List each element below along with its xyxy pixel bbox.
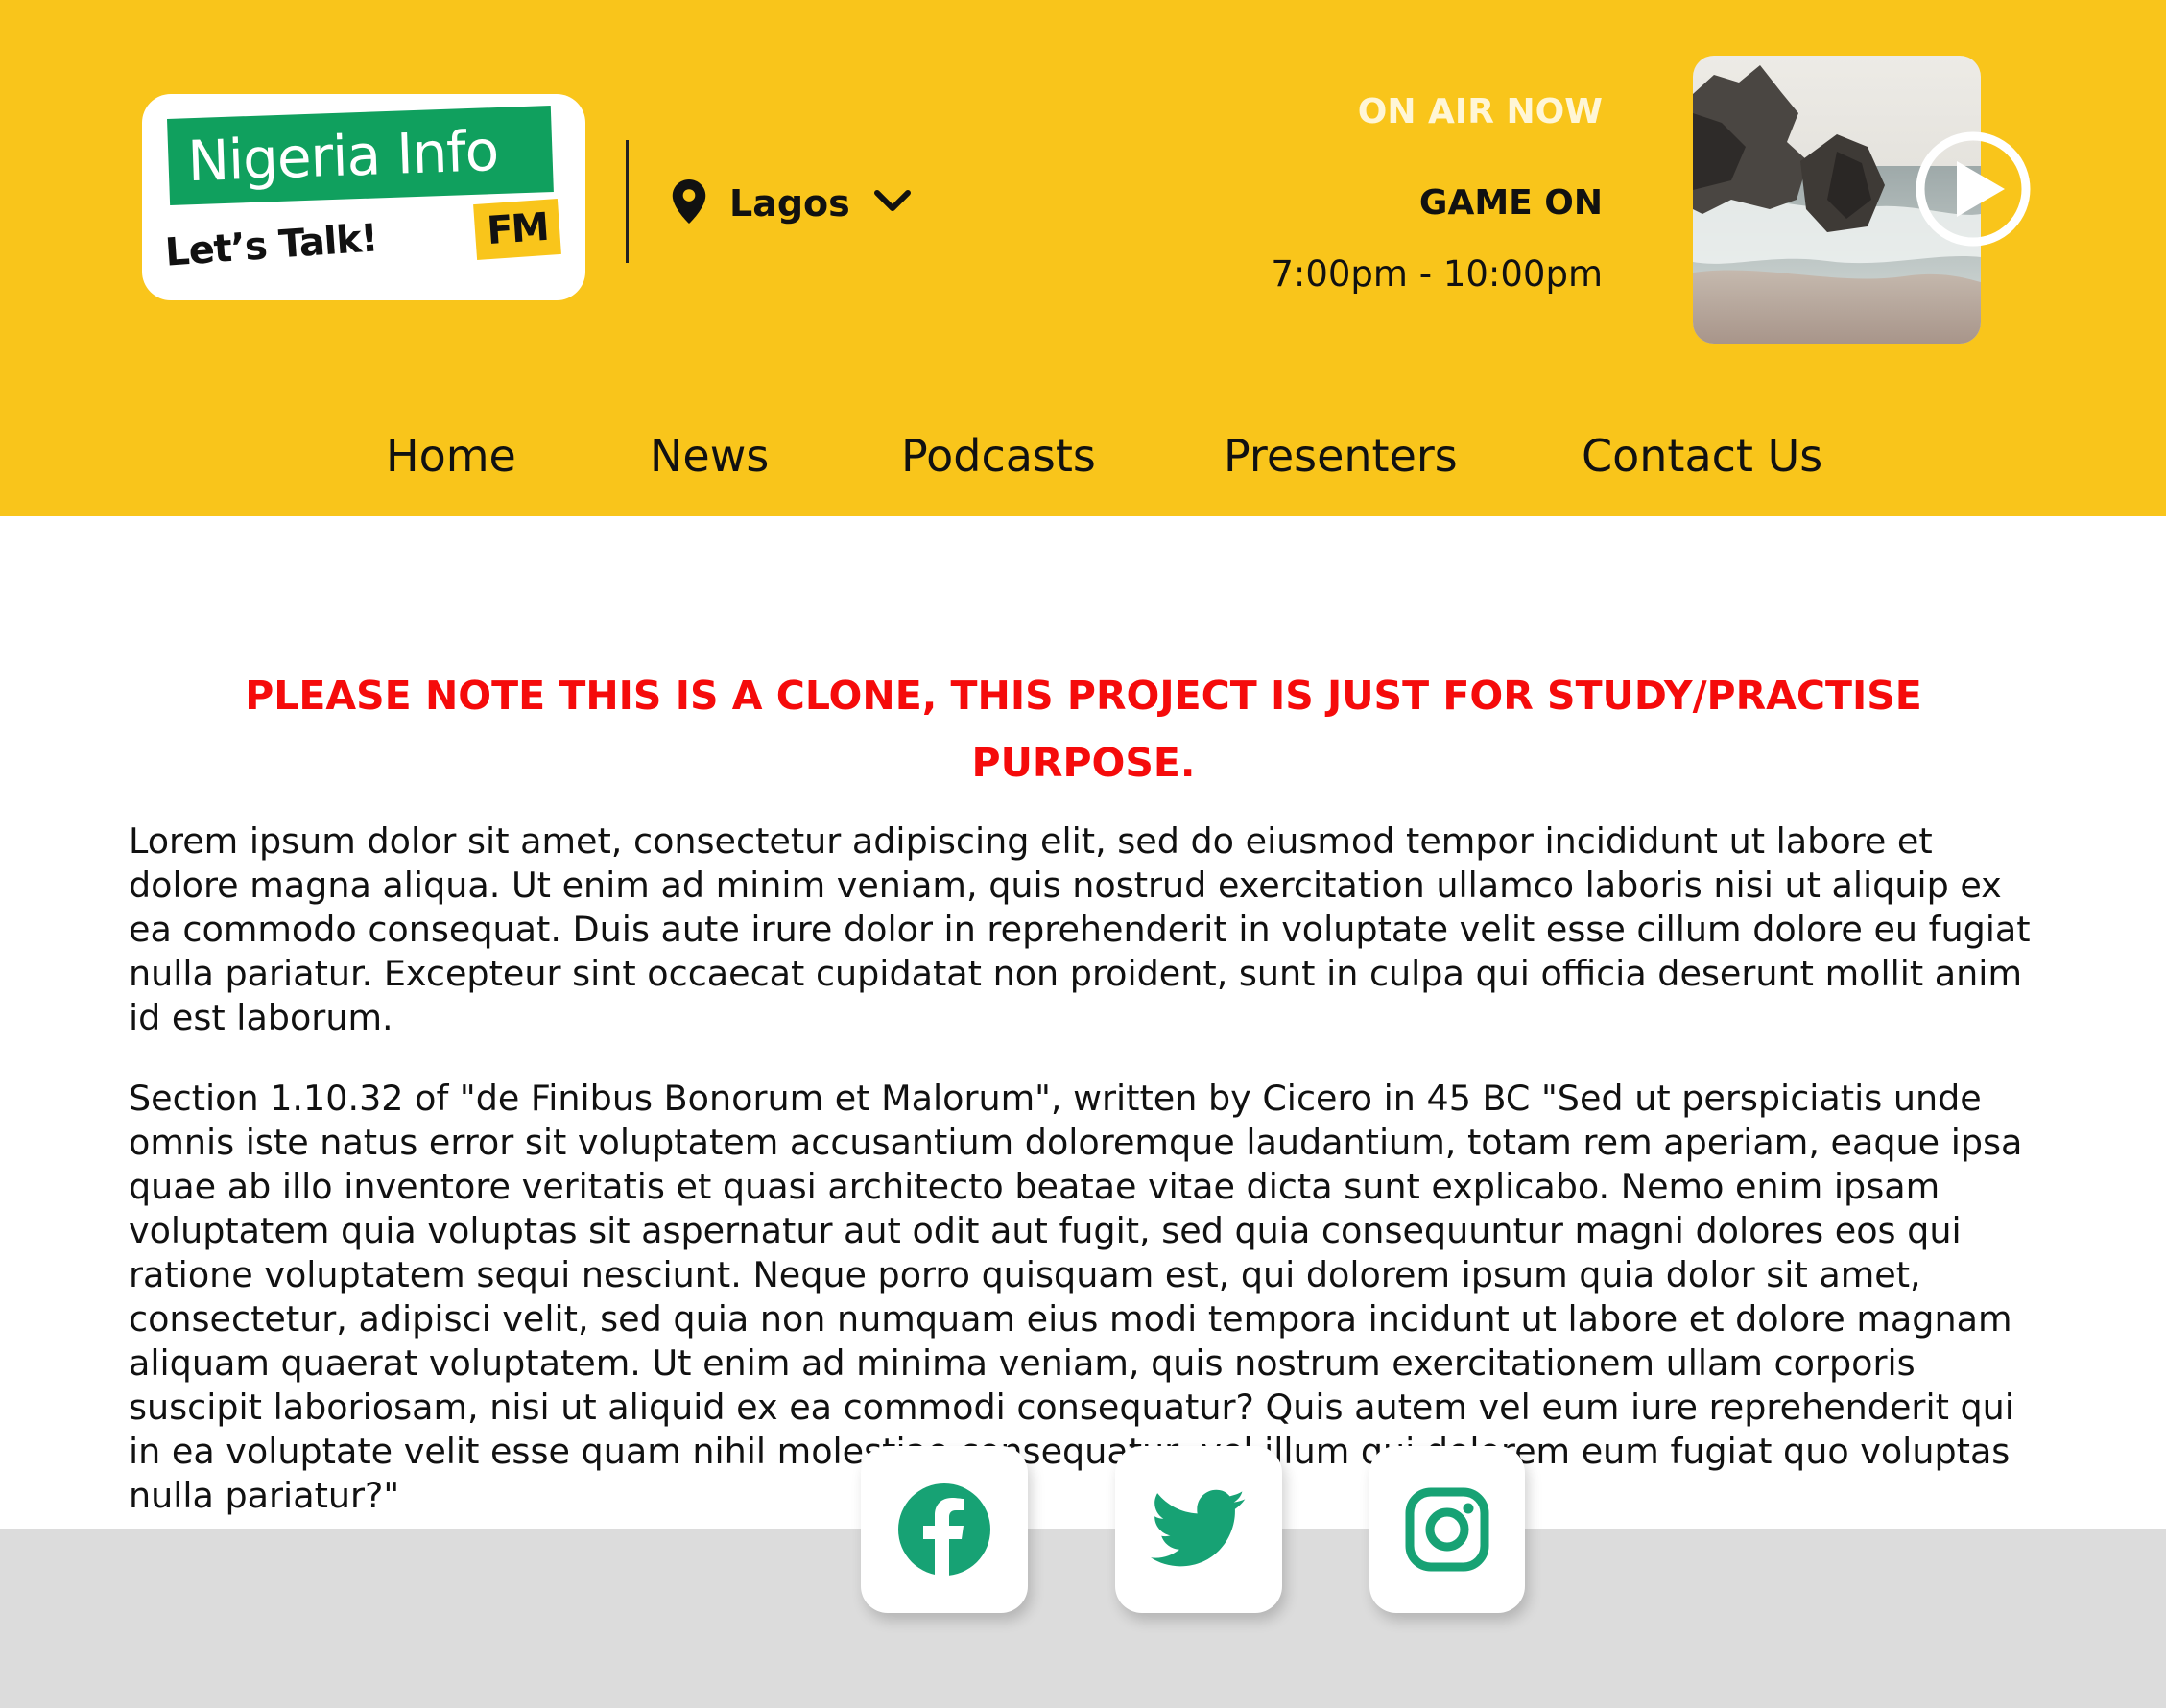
body-paragraph: Section 1.10.32 of "de Finibus Bonorum e… [129,1078,2023,1516]
map-pin-icon [672,179,706,227]
nav-item-news[interactable]: News [650,422,769,489]
logo-tagline: Let’s Talk! [163,216,379,275]
main-nav: Home News Podcasts Presenters Contact Us [0,422,2166,489]
logo-fm-badge: FM [473,199,561,260]
logo-title: Nigeria Info [186,117,500,195]
body-paragraph: Lorem ipsum dolor sit amet, consectetur … [129,820,2031,1038]
facebook-link[interactable] [861,1446,1028,1613]
logo-green-band: Nigeria Info [167,106,554,205]
on-air-label: ON AIR NOW [1357,92,1603,131]
nav-item-contact-us[interactable]: Contact Us [1582,422,1822,489]
play-button[interactable] [1915,130,2032,248]
location-selector[interactable]: Lagos [672,175,912,232]
twitter-link[interactable] [1115,1446,1282,1613]
clone-notice: PLEASE NOTE THIS IS A CLONE, THIS PROJEC… [245,673,1922,786]
facebook-icon [898,1483,990,1576]
header-divider [626,140,629,263]
twitter-icon [1151,1489,1246,1567]
instagram-link[interactable] [1369,1446,1525,1613]
main-content: PLEASE NOTE THIS IS A CLONE, THIS PROJEC… [129,662,2038,1554]
show-time: 7:00pm - 10:00pm [1271,253,1603,295]
site-logo[interactable]: Nigeria Info Let’s Talk! FM [142,94,585,300]
location-label: Lagos [729,182,850,225]
nav-item-home[interactable]: Home [386,422,516,489]
site-header: Nigeria Info Let’s Talk! FM Lagos ON AIR… [0,0,2166,516]
instagram-icon [1405,1487,1489,1572]
nav-item-presenters[interactable]: Presenters [1224,422,1458,489]
chevron-down-icon[interactable] [873,189,912,218]
play-circle-icon [1916,131,2031,247]
show-name: GAME ON [1418,183,1603,223]
on-air-now: ON AIR NOW GAME ON 7:00pm - 10:00pm [1200,88,1603,297]
nav-item-podcasts[interactable]: Podcasts [901,422,1096,489]
footer [0,1529,2166,1708]
